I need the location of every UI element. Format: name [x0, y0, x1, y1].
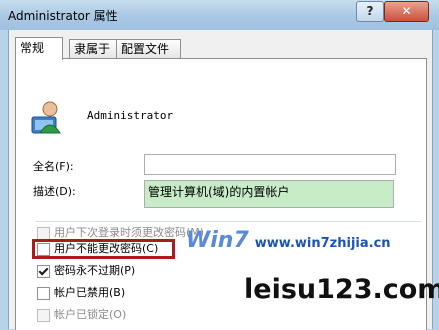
fullname-field[interactable] [144, 154, 396, 175]
watermark-site: Win7 www.win7zhijia.cn [186, 228, 391, 253]
description-label: 描述(D): [33, 185, 76, 198]
option-label: 密码永不过期(P) [54, 264, 136, 277]
window-title: Administrator 属性 [8, 9, 118, 23]
tab-general[interactable]: 常规 [15, 37, 63, 60]
option-account-disabled[interactable]: 帐户已禁用(B) [37, 286, 125, 302]
highlight-box [32, 239, 175, 259]
tab-profile[interactable]: 配置文件 [116, 39, 181, 58]
option-password-never-expires[interactable]: 密码永不过期(P) [37, 264, 135, 280]
watermark-logo: Win7 [186, 228, 249, 253]
checkbox[interactable] [37, 226, 50, 240]
option-label: 帐户已禁用(B) [54, 286, 126, 299]
description-field[interactable]: 管理计算机(域)的内置帐户 [144, 180, 394, 208]
option-account-locked[interactable]: 帐户已锁定(O) [37, 308, 126, 324]
help-button[interactable]: ? [356, 1, 384, 22]
tab-member-of[interactable]: 隶属于 [69, 39, 117, 58]
watermark-url: www.win7zhijia.cn [254, 236, 391, 251]
option-label: 帐户已锁定(O) [54, 308, 127, 321]
fullname-label: 全名(F): [33, 160, 74, 173]
watermark-leisu: leisu123.com [244, 274, 439, 305]
option-label: 用户下次登录时须更改密码(M) [54, 226, 205, 239]
title-bar[interactable]: Administrator 属性 ? ✕ [0, 0, 439, 30]
checkbox[interactable] [37, 286, 50, 300]
separator [36, 221, 421, 222]
user-icon [31, 101, 61, 134]
checkbox[interactable] [37, 308, 50, 322]
user-name: Administrator [87, 109, 174, 122]
checkbox[interactable] [37, 264, 50, 278]
close-button[interactable]: ✕ [384, 1, 429, 22]
